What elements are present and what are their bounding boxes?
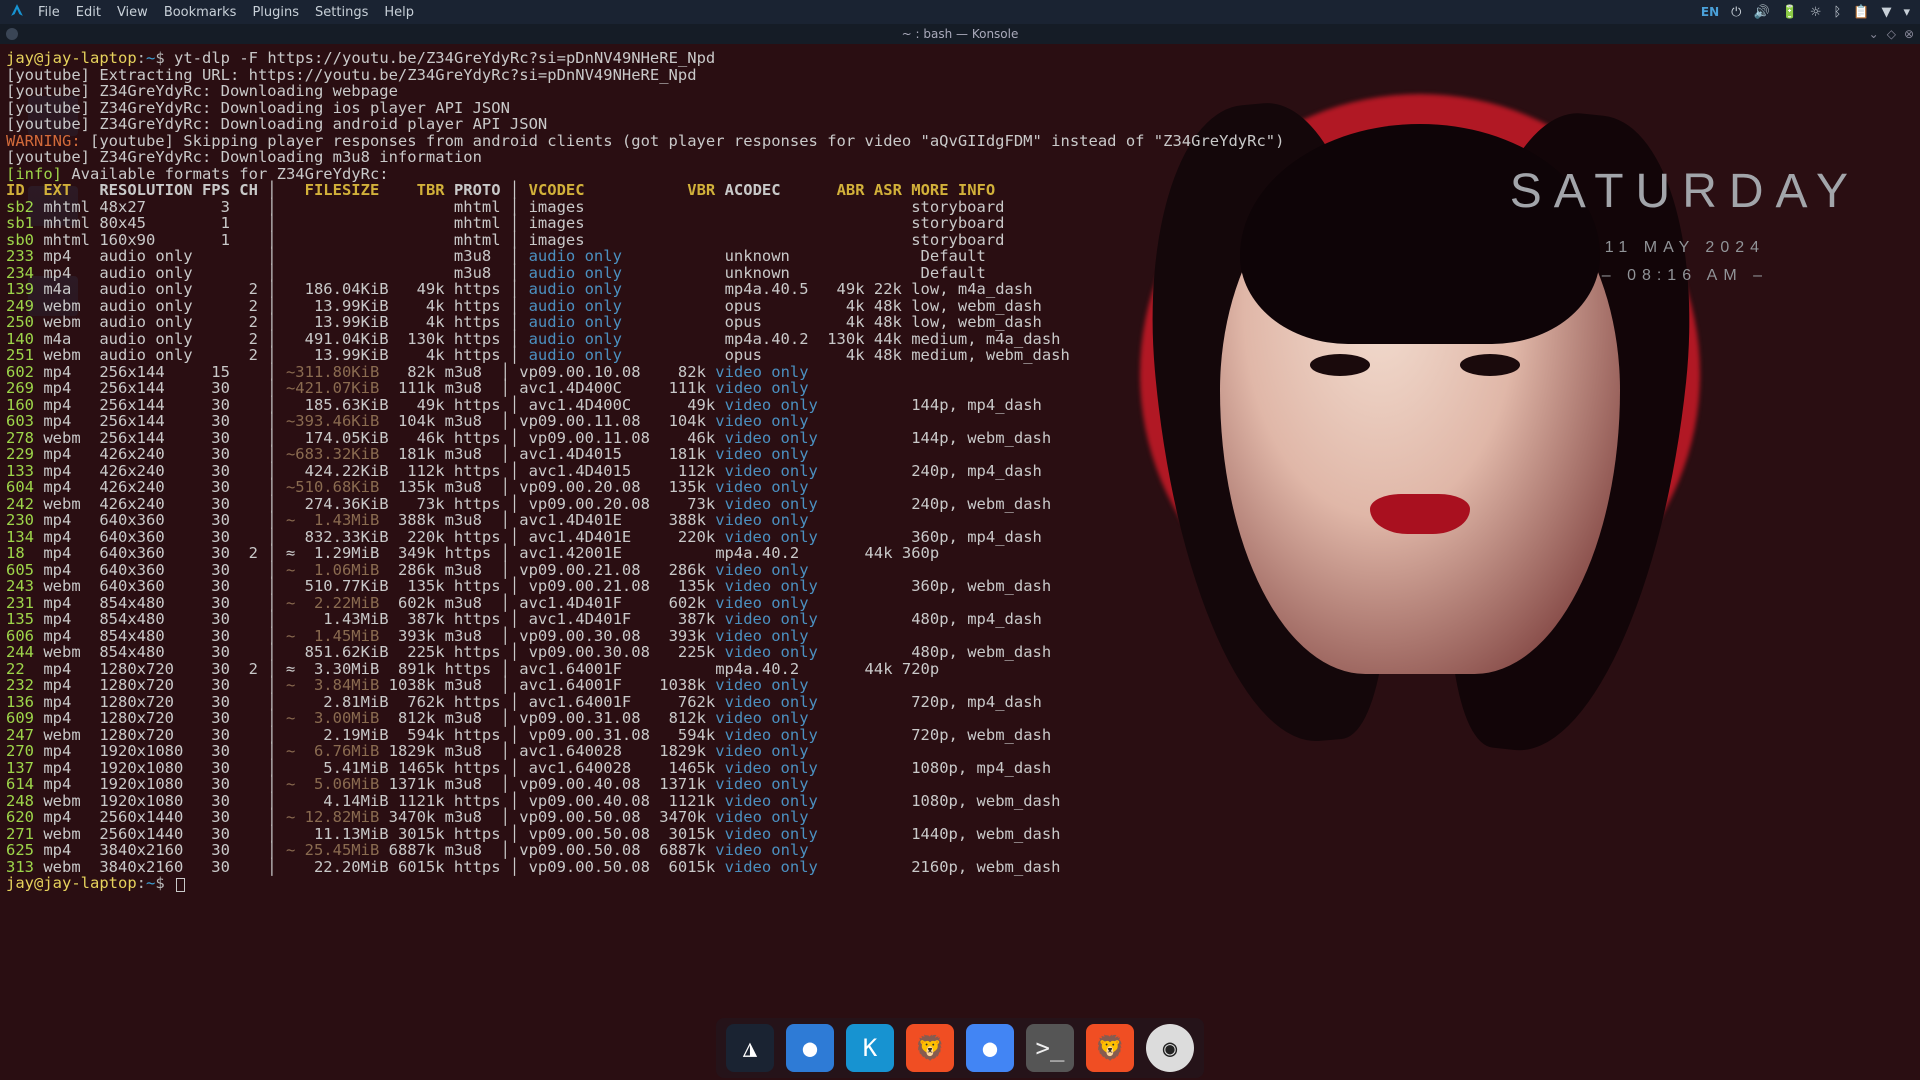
menu-help[interactable]: Help: [384, 5, 414, 20]
keyboard-layout[interactable]: EN: [1701, 5, 1719, 19]
dock-chromium[interactable]: ●: [966, 1024, 1014, 1072]
menu-bookmarks[interactable]: Bookmarks: [164, 5, 237, 20]
app-menu: File Edit View Bookmarks Plugins Setting…: [38, 5, 414, 20]
dock-arch-menu[interactable]: ◮: [726, 1024, 774, 1072]
dock-kate[interactable]: K: [846, 1024, 894, 1072]
window-titlebar: ~ : bash — Konsole ⌄ ◇ ⊗: [0, 24, 1920, 44]
dock-brave[interactable]: 🦁: [906, 1024, 954, 1072]
window-menu-button[interactable]: [6, 28, 18, 40]
systray: EN ⏻ 🔊 🔋 ☼ ᛒ 📋 ▼ ▾: [1701, 5, 1910, 20]
clipboard-icon[interactable]: 📋: [1853, 5, 1869, 20]
brightness-icon[interactable]: ☼: [1810, 5, 1822, 20]
close-icon[interactable]: ⊗: [1904, 27, 1914, 41]
terminal[interactable]: SATURDAY 11 MAY 2024 – 08:16 AM – jay@ja…: [0, 44, 1920, 1080]
top-panel: File Edit View Bookmarks Plugins Setting…: [0, 0, 1920, 24]
menu-edit[interactable]: Edit: [76, 5, 101, 20]
dock-brave-beta[interactable]: 🦁: [1086, 1024, 1134, 1072]
terminal-output: jay@jay-laptop:~$ yt-dlp -F https://yout…: [0, 44, 1920, 898]
media-icon[interactable]: ⏻: [1731, 5, 1741, 20]
dock-gnome-weather[interactable]: ●: [786, 1024, 834, 1072]
dock: ◮●K🦁●>_🦁◉: [716, 1018, 1204, 1078]
menu-file[interactable]: File: [38, 5, 60, 20]
dock-obs[interactable]: ◉: [1146, 1024, 1194, 1072]
maximize-icon[interactable]: ◇: [1887, 27, 1896, 41]
minimize-icon[interactable]: ⌄: [1869, 27, 1879, 41]
bluetooth-icon[interactable]: ᛒ: [1833, 5, 1841, 20]
window-title: ~ : bash — Konsole: [902, 27, 1019, 41]
battery-icon[interactable]: 🔋: [1782, 5, 1798, 20]
menu-view[interactable]: View: [117, 5, 148, 20]
chevron-down-icon[interactable]: ▾: [1903, 5, 1910, 20]
network-icon[interactable]: ▼: [1881, 5, 1891, 20]
arch-logo-icon[interactable]: [10, 3, 24, 21]
menu-settings[interactable]: Settings: [315, 5, 368, 20]
menu-plugins[interactable]: Plugins: [252, 5, 299, 20]
volume-icon[interactable]: 🔊: [1753, 5, 1769, 20]
dock-terminal[interactable]: >_: [1026, 1024, 1074, 1072]
